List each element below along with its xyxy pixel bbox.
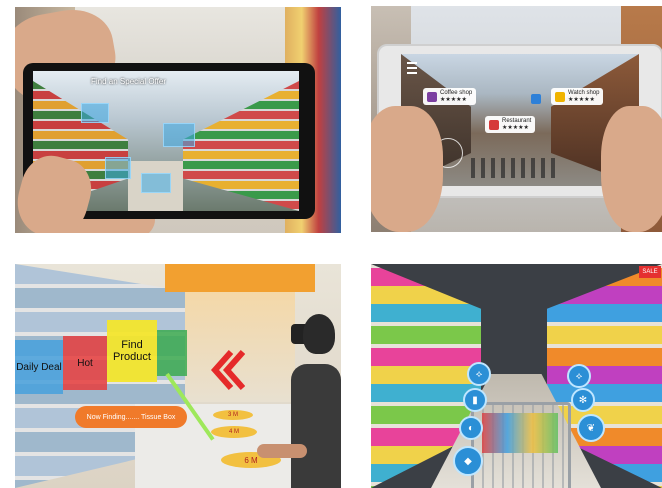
floor-marker: 4 M <box>211 426 257 438</box>
sale-tag: SALE <box>639 266 661 278</box>
ar-marker <box>81 103 109 123</box>
label-daily-deal[interactable]: Daily Deal <box>15 340 63 394</box>
direction-arrows-icon <box>209 350 246 390</box>
floor-marker-text: 6 M <box>244 455 258 465</box>
snowflake-icon[interactable]: ✻ <box>571 388 595 412</box>
ar-marker <box>141 173 171 193</box>
floor-marker-text: 3 M <box>227 412 238 418</box>
poi-rating: ★★★★★ <box>568 97 595 103</box>
poi-label: Restaurant <box>502 118 532 124</box>
person-body <box>291 364 341 488</box>
floor-marker-text: 4 M <box>228 429 239 435</box>
poi-label: Coffee shop <box>440 90 473 96</box>
ar-overlay-text: Find an Special Offer <box>91 77 167 86</box>
grain-icon[interactable]: ❦ <box>577 414 605 442</box>
virtual-store-aisle-image: SALE ⟡ ▮ ◐ ◆ ⟡ ✻ ❦ <box>371 264 662 488</box>
hand-right <box>601 106 662 232</box>
shopping-cart <box>471 402 571 488</box>
bottle-icon[interactable]: ◐ <box>459 416 483 440</box>
ar-supermarket-phone-image: Find an Special Offer <box>15 7 341 233</box>
label-text: Daily Deal <box>16 361 62 373</box>
label-text: Hot <box>77 357 93 369</box>
poi-rating: ★★★★★ <box>502 125 529 131</box>
person-arm <box>257 444 307 458</box>
street-people <box>471 158 561 178</box>
person-head <box>303 314 335 354</box>
poi-label: Watch shop <box>568 90 600 96</box>
label-text: Find Product <box>113 339 151 363</box>
label-find-product[interactable]: Find Product <box>107 320 157 382</box>
poi-tag-watch-shop[interactable]: Watch shop ★★★★★ <box>551 88 604 105</box>
restaurant-icon <box>489 119 499 130</box>
now-finding-banner: Now Finding....... Tissue Box <box>75 406 187 428</box>
watch-icon <box>555 91 565 102</box>
coffee-icon <box>427 91 437 102</box>
heart-pin-icon[interactable] <box>531 94 541 104</box>
hand-left <box>371 106 443 232</box>
fish-icon[interactable]: ⟡ <box>467 362 491 386</box>
label-hot[interactable]: Hot <box>63 336 107 390</box>
cheese-icon[interactable]: ◆ <box>453 446 483 476</box>
ar-street-navigation-image: Coffee shop ★★★★★ Watch shop ★★★★★ Restaur… <box>371 6 662 232</box>
sale-text: SALE <box>642 269 658 275</box>
label-green[interactable] <box>157 330 187 376</box>
vr-shopping-assistant-image: Daily Deal Hot Find Product Now Finding.… <box>15 264 341 488</box>
aisle-shelf-right <box>183 81 299 211</box>
finding-text: Now Finding....... Tissue Box <box>86 413 176 421</box>
ar-marker <box>163 123 195 147</box>
floor-marker: 3 M <box>213 410 253 420</box>
person-with-vr-headset <box>257 284 341 488</box>
ar-marker <box>105 157 131 179</box>
menu-icon[interactable] <box>407 62 417 74</box>
fish-icon-right[interactable]: ⟡ <box>567 364 591 388</box>
cart-products <box>482 413 558 453</box>
poi-rating: ★★★★★ <box>440 97 467 103</box>
poi-tag-coffee-shop[interactable]: Coffee shop ★★★★★ <box>423 88 477 105</box>
poi-tag-restaurant[interactable]: Restaurant ★★★★★ <box>485 116 536 133</box>
milk-icon[interactable]: ▮ <box>463 388 487 412</box>
